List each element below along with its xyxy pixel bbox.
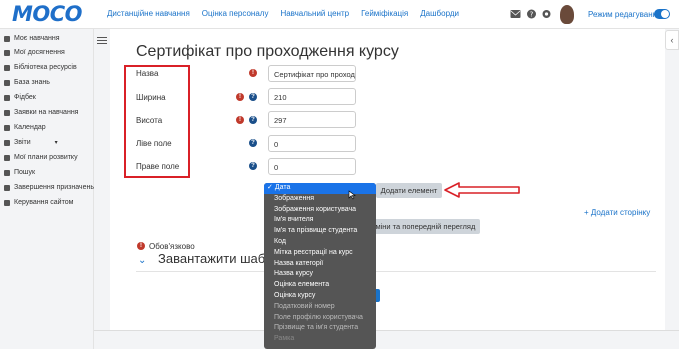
sidebar-item-resource-library[interactable]: Бібліотека ресурсів xyxy=(4,61,77,74)
sidebar-item-label: Календар xyxy=(14,124,46,131)
logo[interactable]: MOCO xyxy=(12,2,83,26)
sidebar-item-site-admin[interactable]: Керування сайтом xyxy=(4,196,73,209)
avatar[interactable] xyxy=(560,5,574,24)
add-element-button[interactable]: Додати елемент xyxy=(376,183,442,198)
chevron-down-icon[interactable]: ⌄ xyxy=(138,255,146,266)
dropdown-option[interactable]: Податковий номер xyxy=(264,302,376,313)
sidebar-item-label: Заявки на навчання xyxy=(14,109,79,116)
mouse-cursor-icon xyxy=(348,190,356,200)
sidebar-item-label: Пошук xyxy=(14,169,36,176)
dropdown-option[interactable]: Зображення xyxy=(264,194,376,205)
sidebar-item-knowledge-base[interactable]: База знань xyxy=(4,76,50,89)
sidebar-item-label: Фідбек xyxy=(14,94,36,101)
nav-gamification[interactable]: Гейміфікація xyxy=(361,9,408,18)
right-margin-input[interactable]: 0 xyxy=(268,158,356,175)
plan-icon xyxy=(4,154,10,161)
dropdown-option[interactable]: Мітка реєстрації на курс xyxy=(264,248,376,259)
svg-text:?: ? xyxy=(530,11,534,19)
help-icon[interactable]: ? xyxy=(249,93,257,101)
sidebar-item-learning-requests[interactable]: Заявки на навчання xyxy=(4,106,78,119)
sidebar-item-reports[interactable]: Звіти ▾ xyxy=(4,136,58,149)
dropdown-option[interactable]: Оцінка елемента xyxy=(264,280,376,291)
nav-distance-learning[interactable]: Дистанційне навчання xyxy=(107,9,190,18)
annotation-arrow xyxy=(444,182,520,198)
sidebar-item-development-plans[interactable]: Мої плани розвитку xyxy=(4,151,78,164)
width-input[interactable]: 210 xyxy=(268,88,356,105)
dropdown-option[interactable]: Назва курсу xyxy=(264,269,376,280)
trophy-icon xyxy=(4,49,10,56)
chevron-down-icon: ▾ xyxy=(54,140,58,146)
dropdown-option[interactable]: Рамка xyxy=(264,334,376,345)
required-icon: ! xyxy=(236,93,244,101)
check-icon xyxy=(4,184,10,191)
nav-training-center[interactable]: Навчальний центр xyxy=(280,9,349,18)
save-preview-button[interactable]: зміни та попередній перегляд xyxy=(372,219,480,234)
edit-mode-toggle[interactable] xyxy=(654,9,670,19)
sidebar-item-search[interactable]: Пошук xyxy=(4,166,35,179)
main-card xyxy=(110,29,665,330)
edit-mode-label: Режим редагування xyxy=(588,10,662,19)
height-input[interactable]: 297 xyxy=(268,111,356,128)
sidebar-item-calendar[interactable]: Календар xyxy=(4,121,46,134)
check-icon: ✓ xyxy=(267,184,273,191)
feedback-icon xyxy=(4,94,10,101)
chart-icon xyxy=(4,139,10,146)
gear-icon[interactable] xyxy=(541,9,552,19)
annotation-box xyxy=(124,65,190,178)
sidebar-item-achievements[interactable]: Мої досягнення xyxy=(4,46,65,59)
dropdown-option[interactable]: Прізвище та ім'я студента xyxy=(264,323,376,334)
dropdown-option[interactable]: Код xyxy=(264,237,376,248)
calendar-icon xyxy=(4,124,10,131)
page-title: Сертифікат про проходження курсу xyxy=(136,43,399,60)
nav-personnel-assessment[interactable]: Оцінка персоналу xyxy=(202,9,269,18)
drawer-toggle-icon[interactable]: ‹ xyxy=(665,30,679,50)
book-icon xyxy=(4,64,10,71)
dropdown-option[interactable]: Ім'я та прізвище студента xyxy=(264,226,376,237)
divider xyxy=(136,271,656,272)
sidebar-item-label: Моє навчання xyxy=(14,35,60,42)
main-nav: Дистанційне навчання Оцінка персоналу На… xyxy=(107,9,459,18)
sidebar-item-label: Мої плани розвитку xyxy=(14,154,78,161)
left-margin-input[interactable]: 0 xyxy=(268,135,356,152)
request-icon xyxy=(4,109,10,116)
sidebar-item-feedback[interactable]: Фідбек xyxy=(4,91,36,104)
sidebar-item-label: База знань xyxy=(14,79,50,86)
menu-toggle-icon[interactable] xyxy=(97,37,107,46)
sidebar-item-my-learning[interactable]: Моє навчання xyxy=(4,32,60,45)
dropdown-option-date[interactable]: ✓ Дата xyxy=(264,183,376,194)
name-input[interactable]: Сертифікат про проход xyxy=(268,65,356,82)
sidebar-item-label: Керування сайтом xyxy=(14,199,74,206)
top-navbar: MOCO Дистанційне навчання Оцінка персона… xyxy=(0,0,679,29)
footer-divider xyxy=(94,330,679,331)
dropdown-option[interactable]: Поле профілю користувача xyxy=(264,313,376,324)
help-icon[interactable]: ? xyxy=(249,139,257,147)
mail-icon[interactable] xyxy=(510,9,521,19)
required-icon: ! xyxy=(249,69,257,77)
sidebar-item-label: Завершення призначень xyxy=(14,184,94,191)
help-icon[interactable]: ? xyxy=(526,9,537,19)
required-icon: ! xyxy=(137,242,145,250)
required-icon: ! xyxy=(236,116,244,124)
help-icon[interactable]: ? xyxy=(249,116,257,124)
dropdown-option[interactable]: Ім'я вчителя xyxy=(264,215,376,226)
database-icon xyxy=(4,79,10,86)
help-icon[interactable]: ? xyxy=(249,162,257,170)
add-page-link[interactable]: + Додати сторінку xyxy=(584,208,650,217)
element-type-dropdown[interactable]: ✓ Дата Зображення Зображення користувача … xyxy=(264,183,376,349)
sidebar-item-label: Мої досягнення xyxy=(14,49,65,56)
required-note: Обов'язково xyxy=(149,242,195,251)
wrench-icon xyxy=(4,199,10,206)
sidebar-item-assignment-completion[interactable]: Завершення призначень xyxy=(4,181,94,194)
dropdown-option[interactable]: Зображення користувача xyxy=(264,205,376,216)
sidebar-item-label: Звіти xyxy=(14,139,31,146)
search-icon xyxy=(4,169,10,176)
sidebar-item-label: Бібліотека ресурсів xyxy=(14,64,77,71)
dropdown-option[interactable]: Назва категорії xyxy=(264,259,376,270)
dropdown-option[interactable]: Оцінка курсу xyxy=(264,291,376,302)
nav-dashboards[interactable]: Дашборди xyxy=(420,9,459,18)
graduation-icon xyxy=(4,35,10,42)
